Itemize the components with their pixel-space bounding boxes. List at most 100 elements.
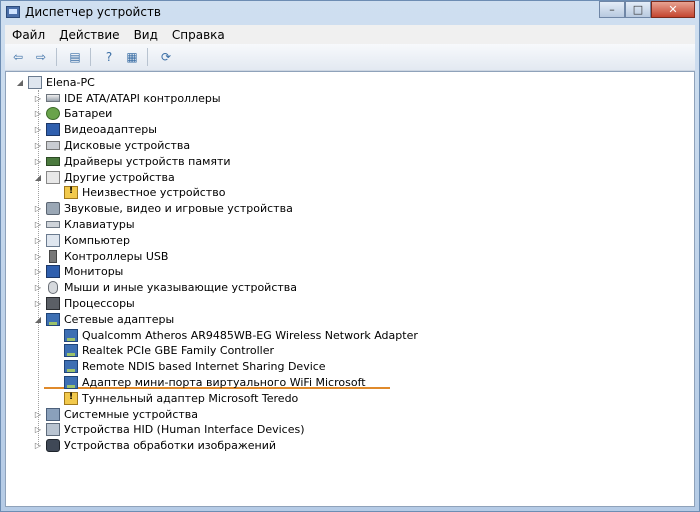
ide-controller-icon [46, 94, 60, 102]
system-device-icon [46, 407, 60, 421]
expand-icon[interactable]: ▷ [32, 267, 44, 276]
expand-icon[interactable]: ▷ [32, 220, 44, 229]
tree-item-label: IDE ATA/ATAPI контроллеры [64, 91, 221, 105]
title-bar[interactable]: Диспетчер устройств – □ ✕ [1, 1, 699, 25]
toolbar-separator [90, 48, 91, 66]
expand-icon[interactable]: ▷ [32, 425, 44, 434]
tree-item-label: Батареи [64, 107, 113, 121]
other-devices-icon [46, 170, 60, 184]
expand-icon[interactable]: ▷ [32, 441, 44, 450]
tree-category[interactable]: ▷ Процессоры [32, 295, 135, 311]
tree-device[interactable]: Неизвестное устройство [50, 185, 225, 201]
tree-item-label: Qualcomm Atheros AR9485WB-EG Wireless Ne… [82, 328, 418, 342]
menu-view[interactable]: Вид [127, 28, 165, 42]
menu-file[interactable]: Файл [5, 28, 52, 42]
sound-device-icon [46, 202, 60, 216]
tree-item-label: Процессоры [64, 296, 135, 310]
tree-item-label: Устройства HID (Human Interface Devices) [64, 423, 305, 437]
tree-category[interactable]: ▷ Видеоадаптеры [32, 122, 157, 138]
network-adapter-icon [46, 312, 60, 326]
tree-category[interactable]: ▷ Драйверы устройств памяти [32, 153, 231, 169]
tree-category[interactable]: ▷ Звуковые, видео и игровые устройства [32, 201, 293, 217]
menu-action[interactable]: Действие [52, 28, 126, 42]
caption-buttons: – □ ✕ [599, 1, 695, 19]
menu-bar: Файл Действие Вид Справка [5, 25, 695, 44]
unknown-device-warning-icon [64, 186, 78, 200]
collapse-icon[interactable]: ◢ [14, 78, 26, 87]
window-title: Диспетчер устройств [25, 5, 162, 19]
tree-item-label: Мониторы [64, 265, 124, 279]
tree-item-label: Адаптер мини-порта виртуального WiFi Mic… [82, 375, 366, 389]
tree-category[interactable]: ▷ Системные устройства [32, 406, 198, 422]
menu-help[interactable]: Справка [165, 28, 232, 42]
device-tree[interactable]: ◢ Elena-PC ▷ IDE ATA/ATAPI контроллеры ▷ Ба… [5, 71, 695, 507]
network-adapter-icon [64, 328, 78, 342]
toolbar-separator [56, 48, 57, 66]
close-button[interactable]: ✕ [651, 1, 695, 18]
tree-category[interactable]: ▷ IDE ATA/ATAPI контроллеры [32, 90, 221, 106]
tree-item-label: Сетевые адаптеры [64, 312, 175, 326]
battery-icon [46, 107, 60, 121]
tree-category[interactable]: ◢ Другие устройства [32, 169, 175, 185]
tree-item-label: Компьютер [64, 233, 130, 247]
properties-icon[interactable]: ▤ [65, 48, 85, 66]
tree-item-label: Неизвестное устройство [82, 186, 226, 200]
minimize-button[interactable]: – [599, 1, 625, 18]
scan-hardware-icon[interactable]: ⟳ [156, 48, 176, 66]
tree-category[interactable]: ▷ Компьютер [32, 232, 130, 248]
tree-category[interactable]: ▷ Контроллеры USB [32, 248, 168, 264]
tree-item-label: Системные устройства [64, 407, 198, 421]
tree-device[interactable]: Realtek PCIe GBE Family Controller [50, 343, 274, 359]
tree-category[interactable]: ▷ Мониторы [32, 264, 123, 280]
tree-device[interactable]: Адаптер мини-порта виртуального WiFi Mic… [50, 374, 366, 390]
tree-category[interactable]: ▷ Устройства HID (Human Interface Devices… [32, 422, 305, 438]
forward-arrow-icon[interactable]: ⇨ [31, 48, 51, 66]
device-manager-window: Диспетчер устройств – □ ✕ Файл Действие … [0, 0, 700, 512]
hid-device-icon [46, 423, 60, 437]
maximize-button[interactable]: □ [625, 1, 651, 18]
usb-controller-icon [49, 249, 57, 263]
memory-device-icon [46, 156, 60, 166]
tree-category[interactable]: ▷ Устройства обработки изображений [32, 438, 276, 454]
expand-icon[interactable]: ▷ [32, 125, 44, 134]
expand-icon[interactable]: ▷ [32, 299, 44, 308]
tree-category[interactable]: ▷ Мыши и иные указывающие устройства [32, 280, 297, 296]
help-icon[interactable]: ? [99, 48, 119, 66]
tree-root[interactable]: ◢ Elena-PC [14, 74, 95, 90]
expand-icon[interactable]: ◢ [32, 173, 44, 182]
tree-category[interactable]: ▷ Клавиатуры [32, 216, 135, 232]
tree-device[interactable]: Remote NDIS based Internet Sharing Devic… [50, 359, 326, 375]
tree-category[interactable]: ▷ Батареи [32, 106, 112, 122]
imaging-device-icon [46, 439, 60, 453]
device-manager-icon [6, 6, 20, 18]
expand-icon[interactable]: ▷ [32, 94, 44, 103]
expand-icon[interactable]: ▷ [32, 252, 44, 261]
view-icon[interactable]: ▦ [122, 48, 142, 66]
computer-icon [28, 75, 42, 89]
expand-icon[interactable]: ◢ [32, 315, 44, 324]
tree-category[interactable]: ◢ Сетевые адаптеры [32, 311, 174, 327]
expand-icon[interactable]: ▷ [32, 283, 44, 292]
network-adapter-icon [64, 375, 78, 389]
tree-device[interactable]: Qualcomm Atheros AR9485WB-EG Wireless Ne… [50, 327, 418, 343]
toolbar-separator [147, 48, 148, 66]
expand-icon[interactable]: ▷ [32, 109, 44, 118]
toolbar: ⇦ ⇨ ▤ ? ▦ ⟳ [5, 44, 695, 71]
tree-item-label: Клавиатуры [64, 217, 135, 231]
back-arrow-icon[interactable]: ⇦ [8, 48, 28, 66]
display-adapter-icon [46, 123, 60, 137]
tree-item-label: Туннельный адаптер Microsoft Teredo [82, 391, 299, 405]
tree-item-label: Другие устройства [64, 170, 175, 184]
expand-icon[interactable]: ▷ [32, 204, 44, 213]
disk-drive-icon [46, 140, 60, 150]
tree-item-label: Устройства обработки изображений [64, 439, 277, 453]
expand-icon[interactable]: ▷ [32, 141, 44, 150]
tree-device[interactable]: Туннельный адаптер Microsoft Teredo [50, 390, 298, 406]
tree-item-label: Realtek PCIe GBE Family Controller [82, 344, 275, 358]
tree-item-label: Дисковые устройства [64, 138, 191, 152]
network-adapter-icon [64, 360, 78, 374]
expand-icon[interactable]: ▷ [32, 410, 44, 419]
expand-icon[interactable]: ▷ [32, 157, 44, 166]
tree-category[interactable]: ▷ Дисковые устройства [32, 137, 190, 153]
expand-icon[interactable]: ▷ [32, 236, 44, 245]
